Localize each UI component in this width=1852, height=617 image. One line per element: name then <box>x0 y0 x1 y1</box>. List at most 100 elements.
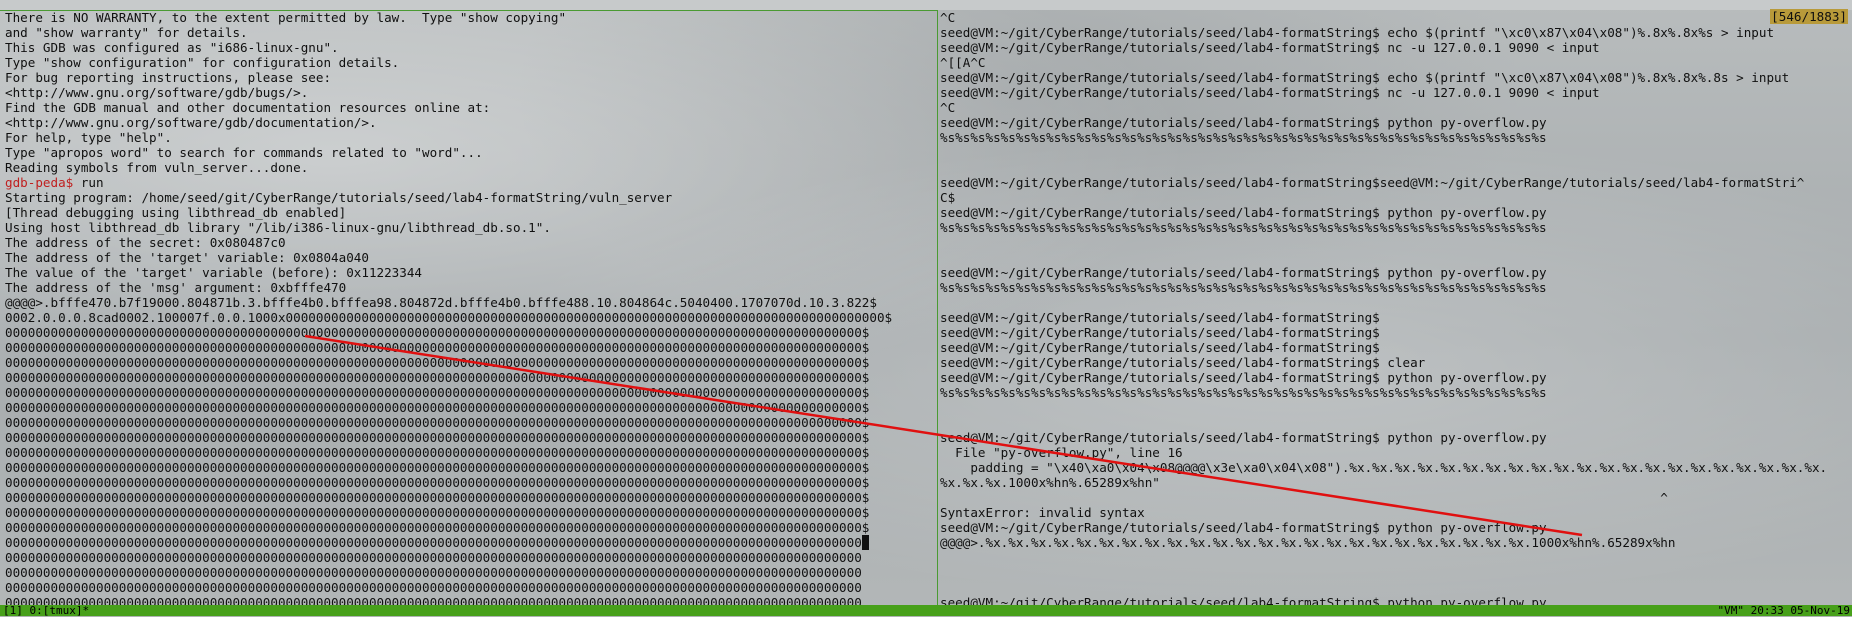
shell-output-line: seed@VM:~/git/CyberRange/tutorials/seed/… <box>940 355 1426 370</box>
shell-output-line <box>940 295 1850 310</box>
gdb-output-text: 0000000000000000000000000000000000000000… <box>5 340 870 355</box>
gdb-output-line: There is NO WARRANTY, to the extent perm… <box>5 10 935 25</box>
shell-output-line: seed@VM:~/git/CyberRange/tutorials/seed/… <box>940 25 1775 40</box>
gdb-output-text: 0000000000000000000000000000000000000000… <box>5 490 870 505</box>
gdb-output-text: Type "show configuration" for configurat… <box>5 55 400 70</box>
gdb-output-line: 0000000000000000000000000000000000000000… <box>5 550 935 565</box>
gdb-output-text: 0000000000000000000000000000000000000000… <box>5 565 862 580</box>
gdb-output-text: 0000000000000000000000000000000000000000… <box>5 445 870 460</box>
shell-output-line: seed@VM:~/git/CyberRange/tutorials/seed/… <box>940 40 1600 55</box>
gdb-output-text: 0000000000000000000000000000000000000000… <box>5 385 870 400</box>
gdb-output-line: 0000000000000000000000000000000000000000… <box>5 400 935 415</box>
pane-divider[interactable] <box>937 10 938 605</box>
gdb-output-text: 0000000000000000000000000000000000000000… <box>5 400 870 415</box>
scroll-position-indicator: [546/1883] <box>1770 9 1848 24</box>
shell-output-line <box>940 415 1850 430</box>
shell-output-line: seed@VM:~/git/CyberRange/tutorials/seed/… <box>940 85 1600 100</box>
gdb-output-line: <http://www.gnu.org/software/gdb/bugs/>. <box>5 85 935 100</box>
shell-output-line <box>940 550 1850 565</box>
gdb-output-line: 0000000000000000000000000000000000000000… <box>5 475 935 490</box>
gdb-output-text: 0000000000000000000000000000000000000000… <box>5 355 870 370</box>
shell-output-line: @@@@>.%x.%x.%x.%x.%x.%x.%x.%x.%x.%x.%x.%… <box>940 535 1676 550</box>
gdb-output-line: 0000000000000000000000000000000000000000… <box>5 595 935 605</box>
gdb-output-text: 0000000000000000000000000000000000000000… <box>5 580 862 595</box>
gdb-output-text: 0000000000000000000000000000000000000000… <box>5 370 870 385</box>
shell-output-line <box>940 400 1850 415</box>
gdb-output-line: 0000000000000000000000000000000000000000… <box>5 370 935 385</box>
shell-output-line: %s%s%s%s%s%s%s%s%s%s%s%s%s%s%s%s%s%s%s%s… <box>940 385 1547 400</box>
gdb-output-line: 0000000000000000000000000000000000000000… <box>5 355 935 370</box>
gdb-output-line: 0000000000000000000000000000000000000000… <box>5 490 935 505</box>
shell-output-line: seed@VM:~/git/CyberRange/tutorials/seed/… <box>940 205 1547 220</box>
gdb-output-text: For help, type "help". <box>5 130 172 145</box>
gdb-output-line: 0000000000000000000000000000000000000000… <box>5 460 935 475</box>
gdb-output-text: <http://www.gnu.org/software/gdb/bugs/>. <box>5 85 309 100</box>
shell-output-line: seed@VM:~/git/CyberRange/tutorials/seed/… <box>940 115 1547 130</box>
gdb-output-line: The address of the 'msg' argument: 0xbff… <box>5 280 935 295</box>
gdb-output-line: Reading symbols from vuln_server...done. <box>5 160 935 175</box>
gdb-output-text: 0000000000000000000000000000000000000000… <box>5 505 870 520</box>
gdb-command: run <box>80 175 104 190</box>
gdb-output-text: 0000000000000000000000000000000000000000… <box>5 535 862 550</box>
shell-output-line: seed@VM:~/git/CyberRange/tutorials/seed/… <box>940 340 1380 355</box>
gdb-output-line: 0000000000000000000000000000000000000000… <box>5 415 935 430</box>
gdb-output-text: This GDB was configured as "i686-linux-g… <box>5 40 339 55</box>
gdb-output-line: and "show warranty" for details. <box>5 25 935 40</box>
gdb-output-text: @@@@>.bfffe470.b7f19000.804871b.3.bfffe4… <box>5 295 877 310</box>
tmux-window-list[interactable]: [1] 0:[tmux]* <box>3 605 89 616</box>
gdb-output-text: Reading symbols from vuln_server...done. <box>5 160 309 175</box>
gdb-output-line: 0002.0.0.0.8cad0002.100007f.0.0.1000x000… <box>5 310 935 325</box>
shell-output-line <box>940 580 1850 595</box>
gdb-output-line: 0000000000000000000000000000000000000000… <box>5 580 935 595</box>
gdb-output-text: 0002.0.0.0.8cad0002.100007f.0.0.1000x000… <box>5 310 893 325</box>
gdb-output-line: [Thread debugging using libthread_db ena… <box>5 205 935 220</box>
gdb-output-text: The address of the 'msg' argument: 0xbff… <box>5 280 347 295</box>
shell-output-line <box>940 145 1850 160</box>
gdb-output-text: 0000000000000000000000000000000000000000… <box>5 595 862 605</box>
shell-output-line: seed@VM:~/git/CyberRange/tutorials/seed/… <box>940 265 1547 280</box>
shell-output-line: seed@VM:~/git/CyberRange/tutorials/seed/… <box>940 70 1790 85</box>
gdb-output-text: For bug reporting instructions, please s… <box>5 70 332 85</box>
gdb-output-line: Starting program: /home/seed/git/CyberRa… <box>5 190 935 205</box>
shell-output-line: ^C <box>940 10 956 25</box>
gdb-output-text: Find the GDB manual and other documentat… <box>5 100 491 115</box>
gdb-output-text: Starting program: /home/seed/git/CyberRa… <box>5 190 673 205</box>
gdb-output-line: 0000000000000000000000000000000000000000… <box>5 430 935 445</box>
gdb-output-line: 0000000000000000000000000000000000000000… <box>5 445 935 460</box>
terminal-cursor <box>861 535 870 550</box>
gdb-output-line: For bug reporting instructions, please s… <box>5 70 935 85</box>
gdb-output-text: 0000000000000000000000000000000000000000… <box>5 475 870 490</box>
shell-output-line: seed@VM:~/git/CyberRange/tutorials/seed/… <box>940 430 1547 445</box>
shell-output-line: seed@VM:~/git/CyberRange/tutorials/seed/… <box>940 310 1380 325</box>
gdb-output-line: The address of the 'target' variable: 0x… <box>5 250 935 265</box>
gdb-pane[interactable]: There is NO WARRANTY, to the extent perm… <box>5 10 935 605</box>
shell-output-line <box>940 565 1850 580</box>
shell-output-line: ^C <box>940 100 956 115</box>
gdb-output-line: This GDB was configured as "i686-linux-g… <box>5 40 935 55</box>
gdb-output-line: Using host libthread_db library "/lib/i3… <box>5 220 935 235</box>
gdb-output-line: The value of the 'target' variable (befo… <box>5 265 935 280</box>
gdb-output-text: 0000000000000000000000000000000000000000… <box>5 520 870 535</box>
shell-pane[interactable]: ^C seed@VM:~/git/CyberRange/tutorials/see… <box>940 10 1850 605</box>
gdb-output-text: 0000000000000000000000000000000000000000… <box>5 325 870 340</box>
gdb-output-text: The address of the secret: 0x080487c0 <box>5 235 286 250</box>
shell-output-line: %s%s%s%s%s%s%s%s%s%s%s%s%s%s%s%s%s%s%s%s… <box>940 130 1547 145</box>
gdb-output-line: 0000000000000000000000000000000000000000… <box>5 340 935 355</box>
shell-output-line: %s%s%s%s%s%s%s%s%s%s%s%s%s%s%s%s%s%s%s%s… <box>940 280 1547 295</box>
gdb-output-line: 0000000000000000000000000000000000000000… <box>5 385 935 400</box>
gdb-output-text: Using host libthread_db library "/lib/i3… <box>5 220 551 235</box>
shell-output-line: SyntaxError: invalid syntax <box>940 505 1145 520</box>
shell-output-line <box>940 235 1850 250</box>
gdb-output-text: <http://www.gnu.org/software/gdb/documen… <box>5 115 377 130</box>
shell-output-line: seed@VM:~/git/CyberRange/tutorials/seed/… <box>940 520 1547 535</box>
gdb-output-line: Find the GDB manual and other documentat… <box>5 100 935 115</box>
gdb-output-line: The address of the secret: 0x080487c0 <box>5 235 935 250</box>
gdb-output-line: 0000000000000000000000000000000000000000… <box>5 505 935 520</box>
shell-output-line: %x.%x.%x.1000x%hn%.65289x%hn" <box>940 475 1160 490</box>
gdb-output-text: 0000000000000000000000000000000000000000… <box>5 430 870 445</box>
tmux-status-bar: [1] 0:[tmux]* "VM" 20:33 05-Nov-19 <box>0 605 1852 616</box>
active-pane-border <box>0 10 937 11</box>
shell-output-line: padding = "\x40\xa0\x04\x08@@@@\x3e\xa0\… <box>940 460 1828 475</box>
shell-output-line <box>940 160 1850 175</box>
shell-output-line: File "py-overflow.py", line 16 <box>940 445 1183 460</box>
